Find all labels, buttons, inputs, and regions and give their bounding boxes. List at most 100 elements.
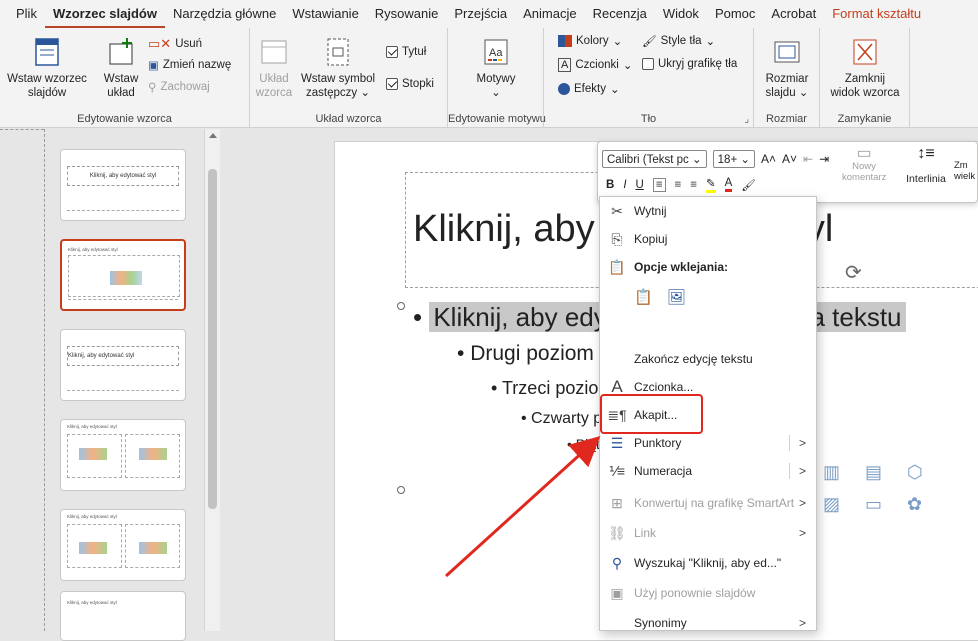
separator bbox=[789, 463, 790, 479]
thumbnail-footer bbox=[67, 390, 179, 396]
thumbnail-1[interactable]: Kliknij, aby edytować styl bbox=[60, 149, 186, 221]
fonts-dropdown[interactable]: A Czcionki ⌄ bbox=[558, 58, 632, 72]
increase-indent-icon[interactable]: ⇥ bbox=[819, 152, 829, 166]
decrease-indent-icon[interactable]: ⇤ bbox=[803, 152, 813, 166]
scroll-up-icon[interactable] bbox=[209, 133, 217, 138]
thumbnail-6[interactable]: Kliknij, aby edytować styl bbox=[60, 591, 186, 641]
resize-handle[interactable] bbox=[397, 302, 405, 310]
colors-icon bbox=[558, 35, 572, 47]
menu-item-synonyms[interactable]: Synonimy > bbox=[600, 609, 818, 637]
bold-icon[interactable]: B bbox=[606, 179, 614, 191]
thumbnail-title: Kliknij, aby edytować styl bbox=[68, 247, 118, 252]
chevron-right-icon: > bbox=[798, 616, 806, 630]
footers-checkbox[interactable]: Stopki bbox=[386, 78, 434, 90]
preserve-button[interactable]: ⚲ Zachowaj bbox=[148, 80, 210, 94]
change-size-label-2: wielk bbox=[954, 171, 976, 182]
effects-label: Efekty bbox=[574, 83, 606, 95]
tab-shape-format[interactable]: Format kształtu bbox=[824, 0, 929, 28]
menu-item-cut[interactable]: ✂ Wytnij bbox=[600, 197, 818, 225]
chevron-right-icon: > bbox=[798, 526, 806, 540]
highlight-icon[interactable]: ✎ bbox=[705, 176, 716, 193]
thumbnail-2-selected[interactable]: Kliknij, aby edytować styl bbox=[60, 239, 186, 311]
group-size: Rozmiar slajdu ⌄ Rozmiar bbox=[754, 28, 820, 128]
paste-picture-icon[interactable]: 🖼 bbox=[667, 288, 686, 306]
thumbnail-icons bbox=[79, 448, 107, 460]
tab-draw[interactable]: Rysowanie bbox=[367, 0, 447, 28]
resize-handle[interactable] bbox=[397, 486, 405, 494]
slide-size-button[interactable]: Rozmiar slajdu ⌄ bbox=[758, 36, 816, 100]
content-insert-icons-row-1[interactable]: ▥ ▤ ⬡ bbox=[823, 462, 933, 483]
thumbnail-5[interactable]: Kliknij, aby edytować styl bbox=[60, 509, 186, 581]
menu-item-end-edit[interactable]: Zakończ edycję tekstu bbox=[600, 345, 818, 373]
shrink-font-icon[interactable]: A˅ bbox=[782, 152, 797, 166]
change-size-label-1: Zm bbox=[954, 160, 968, 171]
tab-view[interactable]: Widok bbox=[655, 0, 707, 28]
tab-file[interactable]: Plik bbox=[8, 0, 45, 28]
insert-layout-button[interactable]: Wstaw układ bbox=[96, 36, 146, 100]
font-color-icon[interactable]: A bbox=[724, 177, 733, 192]
slide-size-label-1: Rozmiar bbox=[765, 73, 809, 85]
effects-dropdown[interactable]: Efekty ⌄ bbox=[558, 82, 620, 96]
tab-insert[interactable]: Wstawianie bbox=[284, 0, 366, 28]
insert-placeholder-button[interactable]: Wstaw symbol zastępczy ⌄ bbox=[296, 36, 380, 100]
hierarchy-guide-line bbox=[44, 129, 45, 631]
italic-icon[interactable]: I bbox=[623, 179, 626, 191]
menu-item-link[interactable]: ⛓ Link > bbox=[600, 519, 818, 547]
rename-button[interactable]: ▣ Zmień nazwę bbox=[148, 58, 231, 72]
align-center-icon[interactable]: ≡ bbox=[675, 179, 682, 191]
align-right-icon[interactable]: ≡ bbox=[690, 179, 697, 191]
slide-size-icon bbox=[774, 41, 800, 63]
menu-item-numbering[interactable]: ⅟≡ Numeracja > bbox=[600, 457, 818, 485]
close-master-label-2: widok wzorca bbox=[830, 87, 900, 99]
menu-item-search[interactable]: ⚲ Wyszukaj "Kliknij, aby ed..." bbox=[600, 549, 818, 577]
group-close: Zamknij widok wzorca Zamykanie bbox=[820, 28, 910, 128]
bullets-label: Punktory bbox=[634, 436, 682, 450]
insert-master-label-2: slajdów bbox=[27, 87, 67, 99]
effects-icon bbox=[558, 83, 570, 95]
chevron-down-icon: ⌄ bbox=[491, 87, 501, 99]
themes-button[interactable]: Aa Motywy ⌄ bbox=[456, 36, 536, 100]
font-name-dropdown[interactable]: Calibri (Tekst pc ⌄ bbox=[602, 150, 707, 168]
delete-button[interactable]: ▭✕ Usuń bbox=[148, 36, 202, 52]
colors-dropdown[interactable]: Kolory ⌄ bbox=[558, 34, 622, 48]
tab-home[interactable]: Narzędzia główne bbox=[165, 0, 284, 28]
thumbnail-title: Kliknij, aby edytować styl bbox=[67, 166, 179, 186]
change-size-button[interactable]: Zm wielk bbox=[954, 160, 978, 182]
align-left-icon[interactable]: ≡ bbox=[652, 177, 666, 192]
menu-item-convert-smartart[interactable]: ⊞ Konwertuj na grafikę SmartArt > bbox=[600, 489, 818, 517]
new-comment-button[interactable]: ▭ Nowy komentarz bbox=[842, 146, 886, 184]
menu-item-reuse-slides[interactable]: ▣ Użyj ponownie slajdów bbox=[600, 579, 818, 607]
format-painter-icon[interactable]: 🖌 bbox=[741, 178, 756, 192]
bullet-level-2[interactable]: • Drugi poziom bbox=[457, 342, 594, 366]
background-styles-dropdown[interactable]: 🖌 Style tła ⌄ bbox=[642, 34, 715, 48]
paste-options-row: 📋 🖼 bbox=[600, 283, 818, 311]
tab-acrobat[interactable]: Acrobat bbox=[763, 0, 824, 28]
line-spacing-button[interactable]: ↕≡ Interlinia bbox=[904, 146, 948, 186]
underline-icon[interactable]: U bbox=[636, 179, 644, 191]
tab-slide-master[interactable]: Wzorzec slajdów bbox=[44, 2, 165, 29]
tab-help[interactable]: Pomoc bbox=[707, 0, 763, 28]
tab-transitions[interactable]: Przejścia bbox=[446, 0, 515, 28]
rotate-handle-icon[interactable]: ⟳ bbox=[845, 260, 862, 285]
master-layout-button[interactable]: Układ wzorca bbox=[254, 36, 294, 100]
hide-background-checkbox[interactable]: Ukryj grafikę tła bbox=[642, 58, 737, 70]
insert-slide-master-button[interactable]: Wstaw wzorzec slajdów bbox=[4, 36, 90, 100]
content-insert-icons-row-2[interactable]: ▨ ▭ ✿ bbox=[823, 494, 932, 515]
thumbnail-scrollbar[interactable] bbox=[204, 129, 220, 631]
tab-animations[interactable]: Animacje bbox=[515, 0, 584, 28]
thumbnail-icons bbox=[139, 448, 167, 460]
grow-font-icon[interactable]: A˄ bbox=[761, 152, 776, 166]
close-master-view-button[interactable]: Zamknij widok wzorca bbox=[824, 36, 906, 100]
paste-keep-format-icon[interactable]: 📋 bbox=[634, 288, 653, 306]
thumbnail-4[interactable]: Kliknij, aby edytować styl bbox=[60, 419, 186, 491]
themes-label: Motywy bbox=[476, 73, 516, 85]
title-checkbox[interactable]: Tytuł bbox=[386, 46, 426, 58]
menu-item-copy[interactable]: ⎘ Kopiuj bbox=[600, 225, 818, 253]
insert-master-label-1: Wstaw wzorzec bbox=[7, 73, 87, 85]
thumbnail-3[interactable]: Kliknij, aby edytować styl bbox=[60, 329, 186, 401]
bullet-level-3[interactable]: • Trzeci poziom bbox=[491, 378, 613, 399]
tab-review[interactable]: Recenzja bbox=[585, 0, 655, 28]
dialog-launcher-icon[interactable]: ⌟ bbox=[744, 114, 749, 125]
scrollbar-thumb[interactable] bbox=[208, 169, 217, 509]
font-size-dropdown[interactable]: 18+ ⌄ bbox=[712, 150, 756, 168]
